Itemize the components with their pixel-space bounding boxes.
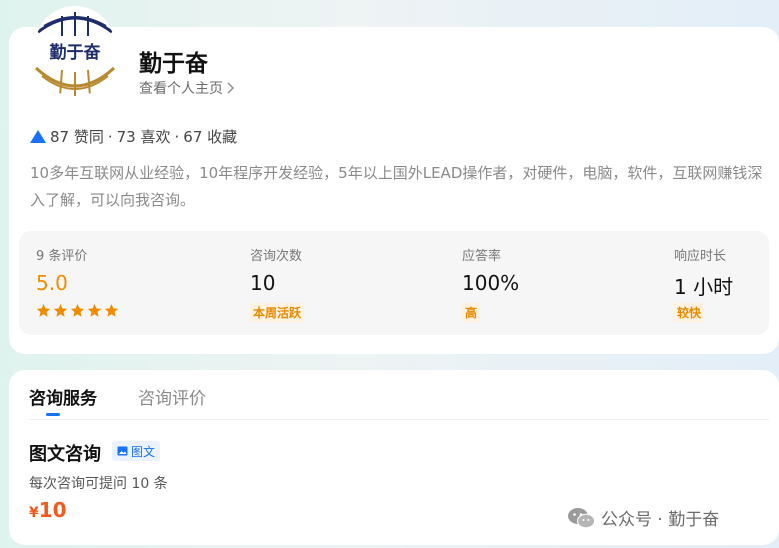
metric-response-rate: 应答率 100% 高 — [462, 231, 642, 335]
image-icon — [117, 446, 128, 456]
star-icon — [70, 303, 85, 317]
response-time-value: 1 小时 — [674, 275, 734, 299]
avatar[interactable]: 勤于奋 — [32, 6, 118, 100]
service-badge-label: 图文 — [131, 444, 156, 459]
favorites-count: 67 收藏 — [183, 128, 238, 146]
response-rate-tag: 高 — [462, 303, 481, 322]
consults-label: 咨询次数 — [250, 249, 303, 264]
price-value: 10 — [38, 498, 67, 522]
service-type-badge: 图文 — [112, 441, 161, 461]
view-profile-link[interactable]: 查看个人主页 — [139, 78, 236, 98]
upvote-count: 87 赞同 — [50, 128, 104, 146]
user-name[interactable]: 勤于奋 — [139, 44, 208, 78]
watermark: 公众号 · 勤于奋 — [567, 505, 719, 530]
service-title[interactable]: 图文咨询 — [29, 440, 101, 466]
consults-value: 10 — [250, 271, 276, 295]
avatar-logo-text: 勤于奋 — [49, 43, 101, 63]
metrics-panel: 9 条评价 5.0 咨询次数 10 本周活跃 应答率 100% 高 响应时长 1… — [19, 231, 769, 335]
likes-count: 73 喜欢 — [116, 128, 171, 146]
view-profile-label: 查看个人主页 — [139, 81, 223, 97]
star-icon — [53, 303, 68, 317]
star-icon — [87, 303, 102, 317]
metric-reviews[interactable]: 9 条评价 5.0 — [36, 231, 236, 335]
chevron-right-icon — [227, 82, 234, 94]
metric-response-time: 响应时长 1 小时 较快 — [674, 231, 764, 335]
bio-text: 10多年互联网从业经验，10年程序开发经验，5年以上国外LEAD操作者，对硬件，… — [30, 164, 763, 209]
response-time-label: 响应时长 — [674, 249, 727, 264]
service-price: ¥10 — [29, 498, 67, 522]
separator: · — [174, 127, 180, 146]
star-rating — [36, 303, 119, 318]
divider — [29, 419, 769, 420]
response-time-tag: 较快 — [674, 303, 705, 322]
tab-consult-reviews[interactable]: 咨询评价 — [138, 384, 206, 409]
star-icon — [104, 303, 119, 317]
metric-consults: 咨询次数 10 本周活跃 — [250, 231, 430, 335]
response-rate-label: 应答率 — [462, 249, 502, 264]
watermark-text: 公众号 · 勤于奋 — [601, 510, 720, 530]
active-tab-indicator — [46, 413, 60, 416]
triangle-up-icon — [30, 130, 46, 143]
star-icon — [36, 303, 51, 317]
reviews-label: 9 条评价 — [36, 249, 88, 264]
profile-stats: 87 赞同 · 73 喜欢 · 67 收藏 — [30, 126, 237, 147]
response-rate-value: 100% — [462, 271, 520, 295]
consults-tag: 本周活跃 — [250, 303, 305, 322]
rating-value: 5.0 — [36, 271, 68, 295]
service-description: 每次咨询可提问 10 条 — [29, 476, 168, 492]
separator: · — [107, 127, 113, 146]
tab-consult-service[interactable]: 咨询服务 — [29, 384, 97, 409]
currency-symbol: ¥ — [29, 505, 39, 521]
wechat-icon — [568, 507, 595, 528]
